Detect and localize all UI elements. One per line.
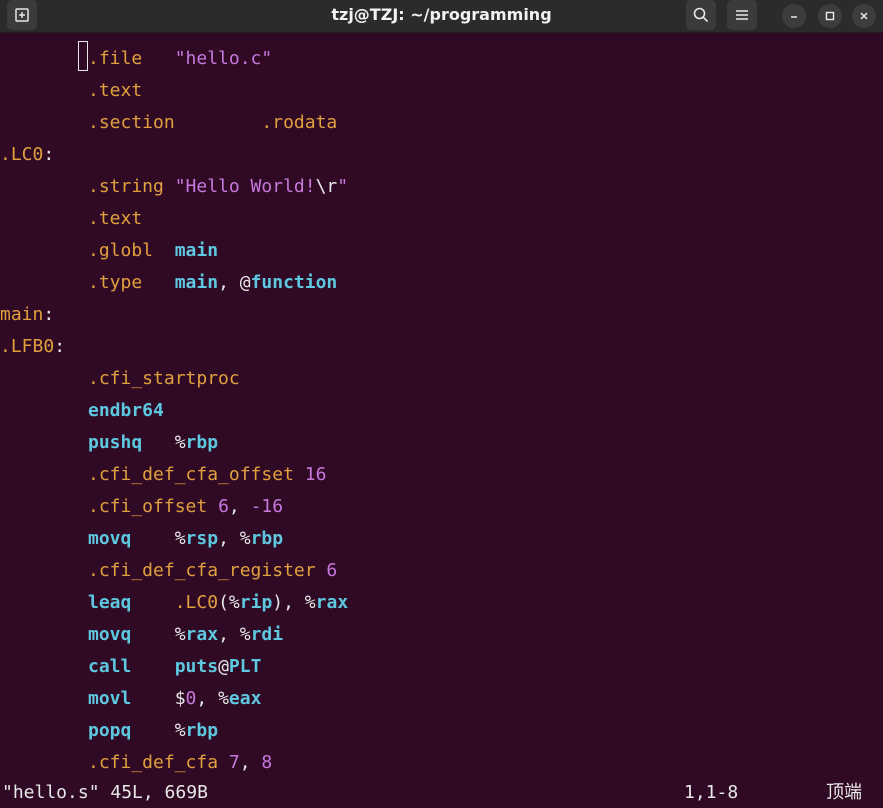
code-line: .string "Hello World!\r" [88,176,349,197]
minimize-button[interactable] [782,4,806,28]
code-line: main: [0,304,55,325]
code-line: .file "hello.c" [88,48,273,69]
code-line: .LFB0: [0,336,66,357]
code-line: .globl main [88,240,219,261]
close-icon [860,12,868,20]
cursor-position: 1,1-8 [684,782,739,803]
text-cursor [78,41,88,71]
code-line: .cfi_def_cfa 7, 8 [88,752,273,773]
code-line: movq %rax, %rdi [88,624,284,645]
code-line: movq %rsp, %rbp [88,528,284,549]
menu-icon [736,10,748,20]
search-icon [693,7,709,23]
title-bar: tzj@TZJ: ~/programming [0,0,883,33]
minimize-icon [791,16,797,18]
search-button[interactable] [686,0,716,30]
vim-status-line: "hello.s" 45L, 669B 1,1-8 顶端 [0,778,883,805]
code-line: .cfi_startproc [88,368,240,389]
maximize-button[interactable] [818,4,842,28]
code-line: .cfi_offset 6, -16 [88,496,284,517]
code-line: endbr64 [88,400,164,421]
scroll-indicator: 顶端 [826,782,862,803]
code-line: .cfi_def_cfa_offset 16 [88,464,327,485]
code-line: .text [88,208,143,229]
terminal-area[interactable]: .file "hello.c" .text .section .rodata .… [0,33,883,805]
code-line: .section .rodata [88,112,338,133]
code-line: pushq %rbp [88,432,219,453]
code-line: .cfi_def_cfa_register 6 [88,560,338,581]
code-line: call puts@PLT [88,656,262,677]
file-info: "hello.s" 45L, 669B [2,782,208,803]
code-line: .LC0: [0,144,55,165]
menu-button[interactable] [727,0,757,30]
code-line: leaq .LC0(%rip), %rax [88,592,349,613]
code-line: .text [88,80,143,101]
code-line: .type main, @function [88,272,338,293]
close-button[interactable] [852,4,876,28]
code-line: movl $0, %eax [88,688,262,709]
maximize-icon [825,11,835,21]
code-line: popq %rbp [88,720,219,741]
